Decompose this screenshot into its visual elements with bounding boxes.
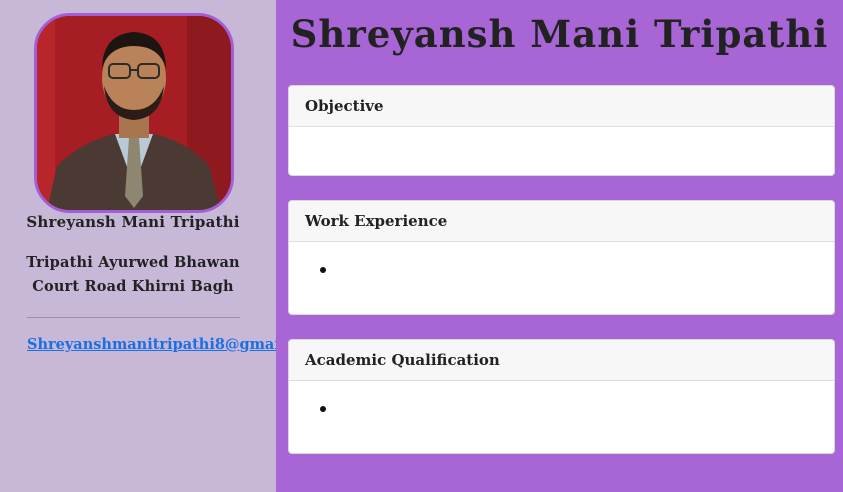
list-item-bullet (320, 267, 326, 273)
objective-heading: Objective (289, 86, 834, 127)
list-item-bullet (320, 406, 326, 412)
profile-photo-image (37, 16, 231, 210)
academic-qualification-heading: Academic Qualification (289, 340, 834, 381)
work-experience-card: Work Experience (288, 200, 835, 315)
work-experience-heading: Work Experience (289, 201, 834, 242)
main-content: Shreyansh Mani Tripathi Objective Work E… (276, 0, 843, 492)
objective-card: Objective (288, 85, 835, 176)
sidebar-divider (27, 317, 240, 318)
address-line-1: Tripathi Ayurwed Bhawan (26, 254, 240, 271)
page-title: Shreyansh Mani Tripathi (290, 12, 829, 56)
profile-photo (34, 13, 234, 213)
sidebar: Shreyansh Mani Tripathi Tripathi Ayurwed… (0, 0, 324, 492)
address-line-2: Court Road Khirni Bagh (32, 278, 234, 295)
profile-name: Shreyansh Mani Tripathi (26, 213, 240, 231)
academic-qualification-card: Academic Qualification (288, 339, 835, 454)
